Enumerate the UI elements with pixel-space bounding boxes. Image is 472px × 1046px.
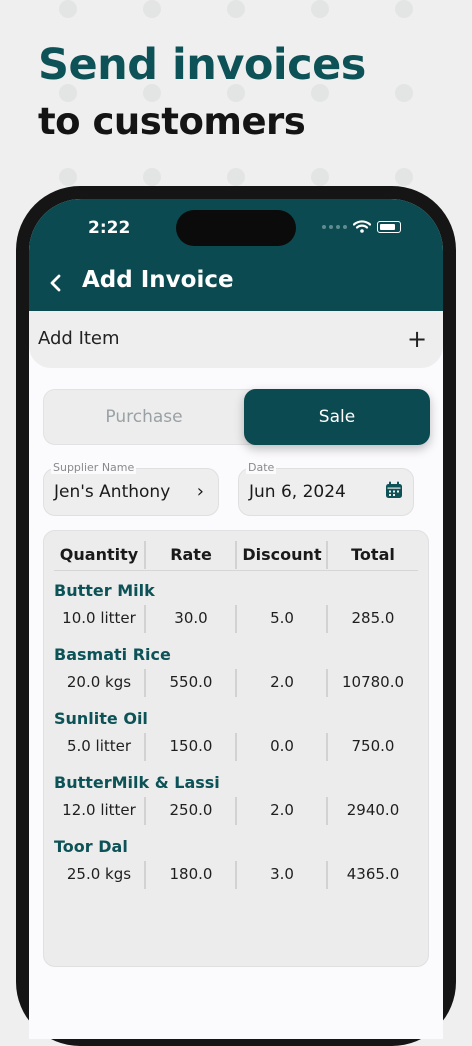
status-time: 2:22 xyxy=(88,218,131,238)
background-dot xyxy=(143,168,161,186)
app-bar: 2:22 Add Invoice xyxy=(29,199,443,311)
cell-rate: 180.0 xyxy=(169,865,213,883)
column-divider xyxy=(326,541,328,569)
promo-headline: Send invoices xyxy=(38,40,366,90)
cell-total: 2940.0 xyxy=(346,801,400,819)
cell-rate: 150.0 xyxy=(169,737,213,755)
cell-quantity: 12.0 litter xyxy=(62,801,136,819)
page-title: Add Invoice xyxy=(82,267,234,293)
background-dot xyxy=(311,0,329,18)
background-dot xyxy=(395,84,413,102)
cell-rate: 30.0 xyxy=(174,609,208,627)
column-divider xyxy=(235,733,237,761)
column-header-rate: Rate xyxy=(170,545,212,564)
purchase-tab[interactable]: Purchase xyxy=(44,390,244,444)
column-divider xyxy=(235,797,237,825)
background-dot xyxy=(227,168,245,186)
background-dot xyxy=(395,168,413,186)
background-dot xyxy=(227,0,245,18)
cell-total: 10780.0 xyxy=(341,673,405,691)
background-dot xyxy=(59,0,77,18)
item-name: Toor Dal xyxy=(54,837,128,856)
cell-quantity: 20.0 kgs xyxy=(66,673,132,691)
date-field[interactable]: Jun 6, 2024 xyxy=(238,468,414,516)
background-dot xyxy=(395,0,413,18)
plus-icon[interactable]: + xyxy=(405,327,429,351)
items-table: Quantity Rate Discount Total Butter Milk… xyxy=(43,530,429,967)
column-divider xyxy=(144,541,146,569)
item-name: Sunlite Oil xyxy=(54,709,148,728)
chevron-right-icon: › xyxy=(196,481,204,502)
background-dot xyxy=(59,168,77,186)
column-divider xyxy=(235,669,237,697)
column-divider xyxy=(326,733,328,761)
item-name: Butter Milk xyxy=(54,581,155,600)
item-name: ButterMilk & Lassi xyxy=(54,773,220,792)
cell-quantity: 5.0 litter xyxy=(66,737,132,755)
header-divider xyxy=(54,570,418,571)
column-divider xyxy=(144,605,146,633)
cell-discount: 5.0 xyxy=(270,609,294,627)
cell-discount: 2.0 xyxy=(270,673,294,691)
signal-icon xyxy=(322,224,347,229)
column-header-total: Total xyxy=(351,545,395,564)
column-divider xyxy=(235,541,237,569)
column-divider xyxy=(326,669,328,697)
back-arrow-icon[interactable] xyxy=(43,269,71,297)
cell-discount: 2.0 xyxy=(270,801,294,819)
cell-rate: 550.0 xyxy=(169,673,213,691)
column-divider xyxy=(144,669,146,697)
add-item-bar[interactable]: Add Item + xyxy=(29,311,443,368)
background-dot xyxy=(311,168,329,186)
sale-tab[interactable]: Sale xyxy=(244,389,430,445)
cell-total: 750.0 xyxy=(351,737,395,755)
column-divider xyxy=(235,861,237,889)
status-icons xyxy=(322,220,401,233)
cell-quantity: 25.0 kgs xyxy=(66,865,132,883)
cell-rate: 250.0 xyxy=(169,801,213,819)
column-divider xyxy=(326,861,328,889)
phone-screen: 2:22 Add Invoice Add Item + Purchase Sal… xyxy=(29,199,443,1039)
column-divider xyxy=(144,733,146,761)
column-divider xyxy=(326,605,328,633)
cell-discount: 0.0 xyxy=(270,737,294,755)
add-item-label: Add Item xyxy=(38,328,120,349)
promo-subheadline: to customers xyxy=(38,100,306,143)
calendar-icon[interactable] xyxy=(384,480,404,500)
column-divider xyxy=(144,861,146,889)
column-header-quantity: Quantity xyxy=(59,545,139,564)
cell-discount: 3.0 xyxy=(270,865,294,883)
column-divider xyxy=(144,797,146,825)
invoice-type-toggle: Purchase Sale xyxy=(43,389,430,445)
date-value: Jun 6, 2024 xyxy=(249,482,346,502)
cell-total: 285.0 xyxy=(351,609,395,627)
item-name: Basmati Rice xyxy=(54,645,171,664)
background-dot xyxy=(143,0,161,18)
column-divider xyxy=(326,797,328,825)
wifi-icon xyxy=(353,220,371,233)
cell-quantity: 10.0 litter xyxy=(62,609,136,627)
column-divider xyxy=(235,605,237,633)
supplier-name-field[interactable]: Jen's Anthony › xyxy=(43,468,219,516)
supplier-name-value: Jen's Anthony xyxy=(54,482,171,502)
date-label: Date xyxy=(246,461,277,474)
supplier-name-label: Supplier Name xyxy=(51,461,137,474)
battery-icon xyxy=(377,220,401,233)
column-header-discount: Discount xyxy=(242,545,322,564)
dynamic-island xyxy=(176,210,296,246)
cell-total: 4365.0 xyxy=(346,865,400,883)
